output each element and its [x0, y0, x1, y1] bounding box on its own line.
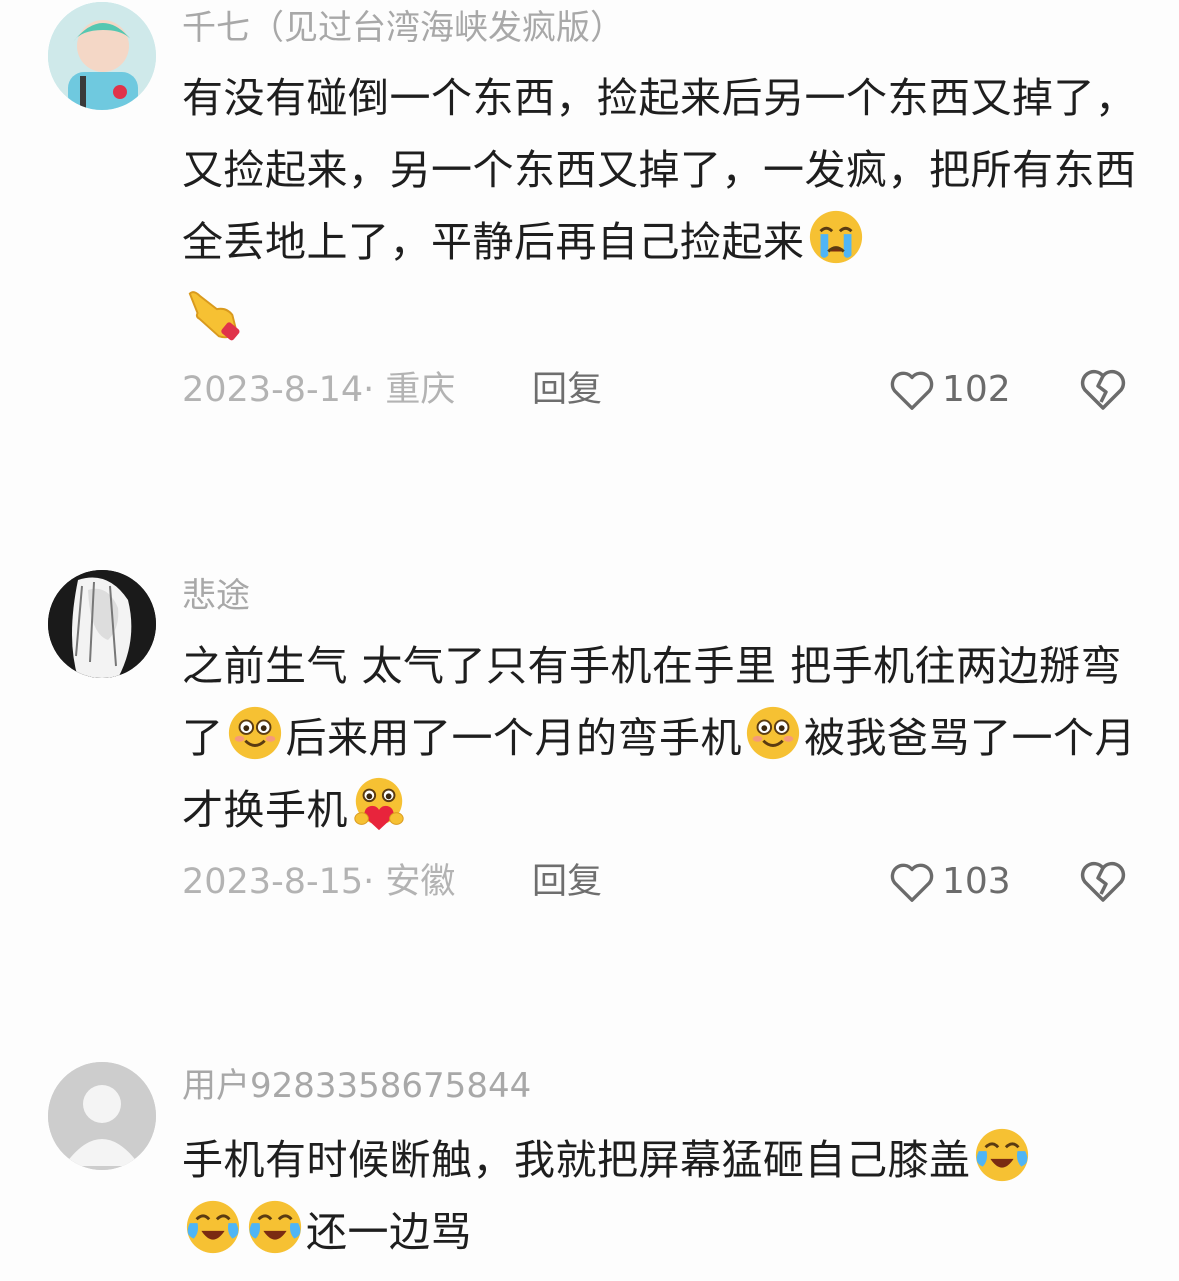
avatar-image	[48, 570, 156, 678]
broken-heart-icon[interactable]	[1078, 856, 1128, 906]
reply-button[interactable]: 回复	[532, 368, 602, 412]
tears-of-joy-emoji-icon	[246, 1198, 304, 1256]
heart-hug-emoji-icon	[350, 776, 408, 834]
like-count: 103	[942, 861, 1011, 902]
username[interactable]: 千七（见过台湾海峡发疯版）	[182, 8, 624, 48]
like-button[interactable]: 102	[888, 366, 1011, 414]
comment-text-segment: 手机有时候断触，我就把屏幕猛砸自己膝盖	[182, 1136, 971, 1184]
avatar[interactable]	[48, 2, 156, 110]
username[interactable]: 悲途	[182, 576, 250, 616]
heart-icon	[888, 366, 936, 414]
comment-text-segment: 后来用了一个月的弯手机	[285, 714, 742, 762]
like-button[interactable]: 103	[888, 858, 1011, 906]
tears-of-joy-emoji-icon	[973, 1126, 1031, 1184]
comment-text-segment: 还一边骂	[306, 1208, 472, 1256]
comment-text-segment: 有没有碰倒一个东西，捡起来后另一个东西又掉了，又捡起来，另一个东西又掉了，一发疯…	[182, 74, 1137, 266]
date-location: 2023-8-14· 重庆	[182, 370, 456, 410]
date-location: 2023-8-15· 安徽	[182, 862, 456, 902]
avatar[interactable]	[48, 570, 156, 678]
comment-text: 手机有时候断触，我就把屏幕猛砸自己膝盖 还一边骂	[182, 1124, 1142, 1268]
broken-heart-icon[interactable]	[1078, 364, 1128, 414]
username[interactable]: 用户9283358675844	[182, 1066, 531, 1106]
pointing-hand-emoji-icon	[184, 284, 242, 342]
comment-text: 之前生气 太气了只有手机在手里 把手机往两边掰弯了 后来用了一个月的弯手机 被我爸骂…	[182, 630, 1142, 846]
smile-emoji-icon	[226, 704, 284, 762]
tears-of-joy-emoji-icon	[184, 1198, 242, 1256]
crying-emoji-icon	[807, 208, 865, 266]
like-count: 102	[942, 369, 1011, 410]
heart-icon	[888, 858, 936, 906]
avatar[interactable]	[48, 1062, 156, 1170]
comment-text: 有没有碰倒一个东西，捡起来后另一个东西又掉了，又捡起来，另一个东西又掉了，一发疯…	[182, 62, 1142, 350]
smile-emoji-icon	[744, 704, 802, 762]
default-avatar-icon	[48, 1062, 156, 1170]
avatar-image	[48, 2, 156, 110]
reply-button[interactable]: 回复	[532, 860, 602, 904]
